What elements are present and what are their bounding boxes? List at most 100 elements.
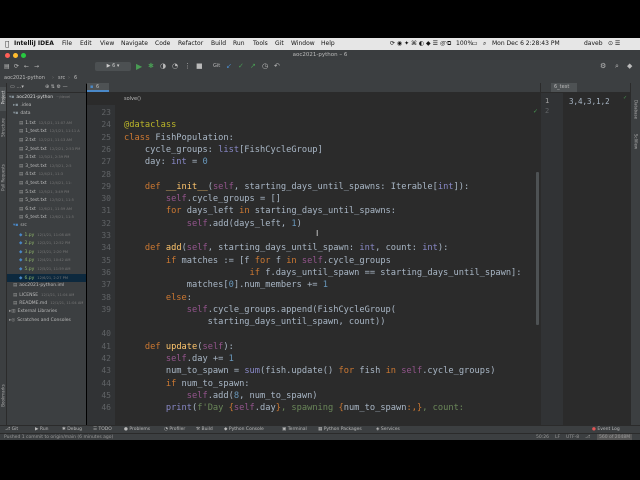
menu-window[interactable]: Window xyxy=(291,38,315,50)
breadcrumb-item[interactable]: solve() xyxy=(124,93,141,105)
apple-icon[interactable]:  xyxy=(5,38,9,50)
code-line[interactable]: if matches := [f for f in self.cycle_gro… xyxy=(124,256,391,266)
wifi-icon[interactable]: ◠ xyxy=(442,38,447,50)
tree-file-txt[interactable]: ▤ 6_test.txt 12/6/21, 11:5 xyxy=(7,213,86,222)
tree-root[interactable]: ▾▪ aoc2021-python ~/devel xyxy=(7,93,86,102)
menu-refactor[interactable]: Refactor xyxy=(178,38,203,50)
tree-folder-data[interactable]: ▾▪ data xyxy=(7,110,86,119)
back-icon[interactable]: ← xyxy=(24,63,29,70)
code-line[interactable]: self.add(days_left, 1) xyxy=(124,219,302,229)
code-line[interactable]: def __init__(self, starting_days_until_s… xyxy=(124,182,469,192)
search-everywhere-icon[interactable]: ⌕ xyxy=(615,62,619,71)
tree-file-py[interactable]: ◆ 1.py 12/1/21, 11:08 AM xyxy=(7,231,86,240)
tree-file-license[interactable]: ▤ LICENSE 12/1/21, 11:04 AM xyxy=(7,291,86,300)
menu-edit[interactable]: Edit xyxy=(80,38,92,50)
code-line[interactable]: self.add(8, num_to_spawn) xyxy=(124,391,318,401)
code-line[interactable]: cycle_groups: list[FishCycleGroup] xyxy=(124,145,323,155)
tree-file-txt[interactable]: ▤ 1.txt 12/1/21, 11:07 AM xyxy=(7,119,86,128)
project-tool-tab[interactable]: Project xyxy=(1,85,6,111)
line-number-gutter[interactable]: 23 24 25 26 27 28 29 30 31 32 33 34 35 36 37 38 39 40 41 42… xyxy=(87,105,115,425)
code-line[interactable]: else: xyxy=(124,293,192,303)
tree-file-txt[interactable]: ▤ 4_test.txt 12/4/21, 11: xyxy=(7,179,86,188)
editor-scrollbar[interactable] xyxy=(523,105,533,425)
menu-navigate[interactable]: Navigate xyxy=(121,38,148,50)
tree-file-py[interactable]: ◆ 4.py 12/4/21, 10:42 AM xyxy=(7,256,86,265)
code-line[interactable]: if num_to_spawn: xyxy=(124,379,250,389)
project-view-select[interactable]: ▭ …▾ xyxy=(10,84,24,90)
code-line[interactable]: self.cycle_groups = [] xyxy=(124,194,281,204)
nav-file[interactable]: 6 xyxy=(74,74,77,83)
forward-icon[interactable]: → xyxy=(34,63,39,70)
run-config-select[interactable]: ▶ 6 ▾ xyxy=(95,62,131,71)
code-line[interactable]: day: int = 0 xyxy=(124,157,208,167)
debug-icon[interactable]: ✱ xyxy=(148,62,154,70)
menu-tools[interactable]: Tools xyxy=(253,38,268,50)
bookmarks-tool-tab[interactable]: Bookmarks xyxy=(1,381,6,411)
settings-icon[interactable]: ⚙ xyxy=(600,62,606,70)
menu-help[interactable]: Help xyxy=(321,38,335,50)
tree-file-txt[interactable]: ▤ 5.txt 12/5/21, 3:49 PM xyxy=(7,188,86,197)
menu-code[interactable]: Code xyxy=(155,38,170,50)
coverage-icon[interactable]: ◑ xyxy=(160,62,166,70)
structure-tool-tab[interactable]: Structure xyxy=(1,113,6,143)
test-input-content[interactable]: 3,4,3,1,2 xyxy=(569,97,610,106)
tree-file-txt[interactable]: ▤ 2_test.txt 12/2/21, 2:53 PM xyxy=(7,145,86,154)
database-tool-tab[interactable]: Database xyxy=(634,97,639,123)
search-icon[interactable]: ⌕ xyxy=(483,38,486,50)
sciview-tool-tab[interactable]: SciView xyxy=(634,129,639,155)
run-icon[interactable]: ▶ xyxy=(136,62,142,71)
tree-scratches[interactable]: ▸◎ Scratches and Consoles xyxy=(7,317,86,326)
git-commit-icon[interactable]: ✓ xyxy=(238,62,244,70)
code-editor[interactable]: ✓ I @dataclass class FishPopulation: cycl… xyxy=(115,105,540,425)
battery-icon[interactable]: ▭ xyxy=(472,38,478,50)
code-line[interactable]: self.day += 1 xyxy=(124,354,234,364)
tree-file-readme[interactable]: ▤ README.md 12/1/21, 11:04 AM xyxy=(7,299,86,308)
tree-file-py[interactable]: ◆ 6.py 12/6/21, 2:27 PM xyxy=(7,273,86,283)
nav-project[interactable]: aoc2021-python xyxy=(4,74,45,83)
more-run-icon[interactable]: ⋮ xyxy=(184,62,191,70)
code-line[interactable]: for days_left in starting_days_until_spa… xyxy=(124,206,396,216)
tree-file-txt[interactable]: ▤ 4.txt 12/4/21, 11:3 xyxy=(7,170,86,179)
code-line[interactable]: print(f'Day {self.day}, spawning {num_to… xyxy=(124,403,464,413)
code-line[interactable]: def update(self): xyxy=(124,342,234,352)
code-line[interactable]: class FishPopulation: xyxy=(124,133,234,143)
tree-file-txt[interactable]: ▤ 3.txt 12/3/21, 2:39 PM xyxy=(7,153,86,162)
code-line[interactable]: if f.days_until_spawn == starting_days_u… xyxy=(124,268,522,278)
scrollbar-thumb[interactable] xyxy=(536,172,539,325)
folder-icon[interactable]: ▤ xyxy=(4,63,10,70)
user-name[interactable]: daveb xyxy=(584,38,603,50)
code-line[interactable]: num_to_spawn = sum(fish.update() for fis… xyxy=(124,366,496,376)
menu-build[interactable]: Build xyxy=(211,38,226,50)
tree-folder-src[interactable]: ▾▪ src xyxy=(7,222,86,231)
tree-file-txt[interactable]: ▤ 5_test.txt 12/5/21, 11:5 xyxy=(7,196,86,205)
tree-file-py[interactable]: ◆ 3.py 12/3/21, 2:20 PM xyxy=(7,248,86,257)
tree-file-iml[interactable]: ▤ aoc2021-python.iml xyxy=(7,282,86,291)
tree-file-py[interactable]: ◆ 5.py 12/5/21, 11:59 AM xyxy=(7,265,86,274)
tree-file-txt[interactable]: ▤ 6.txt 12/6/21, 11:59 AM xyxy=(7,205,86,214)
git-update-icon[interactable]: ↙ xyxy=(226,62,232,70)
code-line[interactable]: self.cycle_groups.append(FishCycleGroup( xyxy=(124,305,396,315)
git-history-icon[interactable]: ◷ xyxy=(262,62,268,70)
tab-6[interactable]: ▪ 6 xyxy=(87,83,109,92)
tree-file-txt[interactable]: ▤ 1_test.txt 12/1/21, 11:11 A xyxy=(7,127,86,136)
inspection-ok-icon[interactable]: ✓ xyxy=(623,95,627,101)
pull-requests-tool-tab[interactable]: Pull Requests xyxy=(1,159,6,197)
tree-file-txt[interactable]: ▤ 3_test.txt 12/3/21, 2:5 xyxy=(7,162,86,171)
menu-extra-icon[interactable]: ⊙ ☰ xyxy=(608,38,620,50)
datetime[interactable]: Mon Dec 6 2:28:43 PM xyxy=(492,38,560,50)
tree-file-txt[interactable]: ▤ 2.txt 12/2/21, 11:13 AM xyxy=(7,136,86,145)
code-line[interactable]: matches[0].num_members += 1 xyxy=(124,280,328,290)
tab-6-test[interactable]: 6_test xyxy=(551,83,577,92)
tree-folder-idea[interactable]: ▸▪ .idea xyxy=(7,102,86,111)
profile-icon[interactable]: ◔ xyxy=(172,62,178,70)
tree-external-libraries[interactable]: ▸▥ External Libraries xyxy=(7,308,86,317)
git-push-icon[interactable]: ↗ xyxy=(250,62,256,70)
menu-view[interactable]: View xyxy=(100,38,114,50)
stop-icon[interactable]: ■ xyxy=(196,62,203,70)
menu-run[interactable]: Run xyxy=(233,38,245,50)
save-icon[interactable]: ⟳ xyxy=(14,63,19,70)
pane-tool-icons[interactable]: ⊕ ⇅ ⚙ — xyxy=(45,84,68,90)
app-menu[interactable]: IntelliJ IDEA xyxy=(14,38,54,50)
menu-file[interactable]: File xyxy=(62,38,72,50)
nav-folder[interactable]: src xyxy=(58,74,65,83)
